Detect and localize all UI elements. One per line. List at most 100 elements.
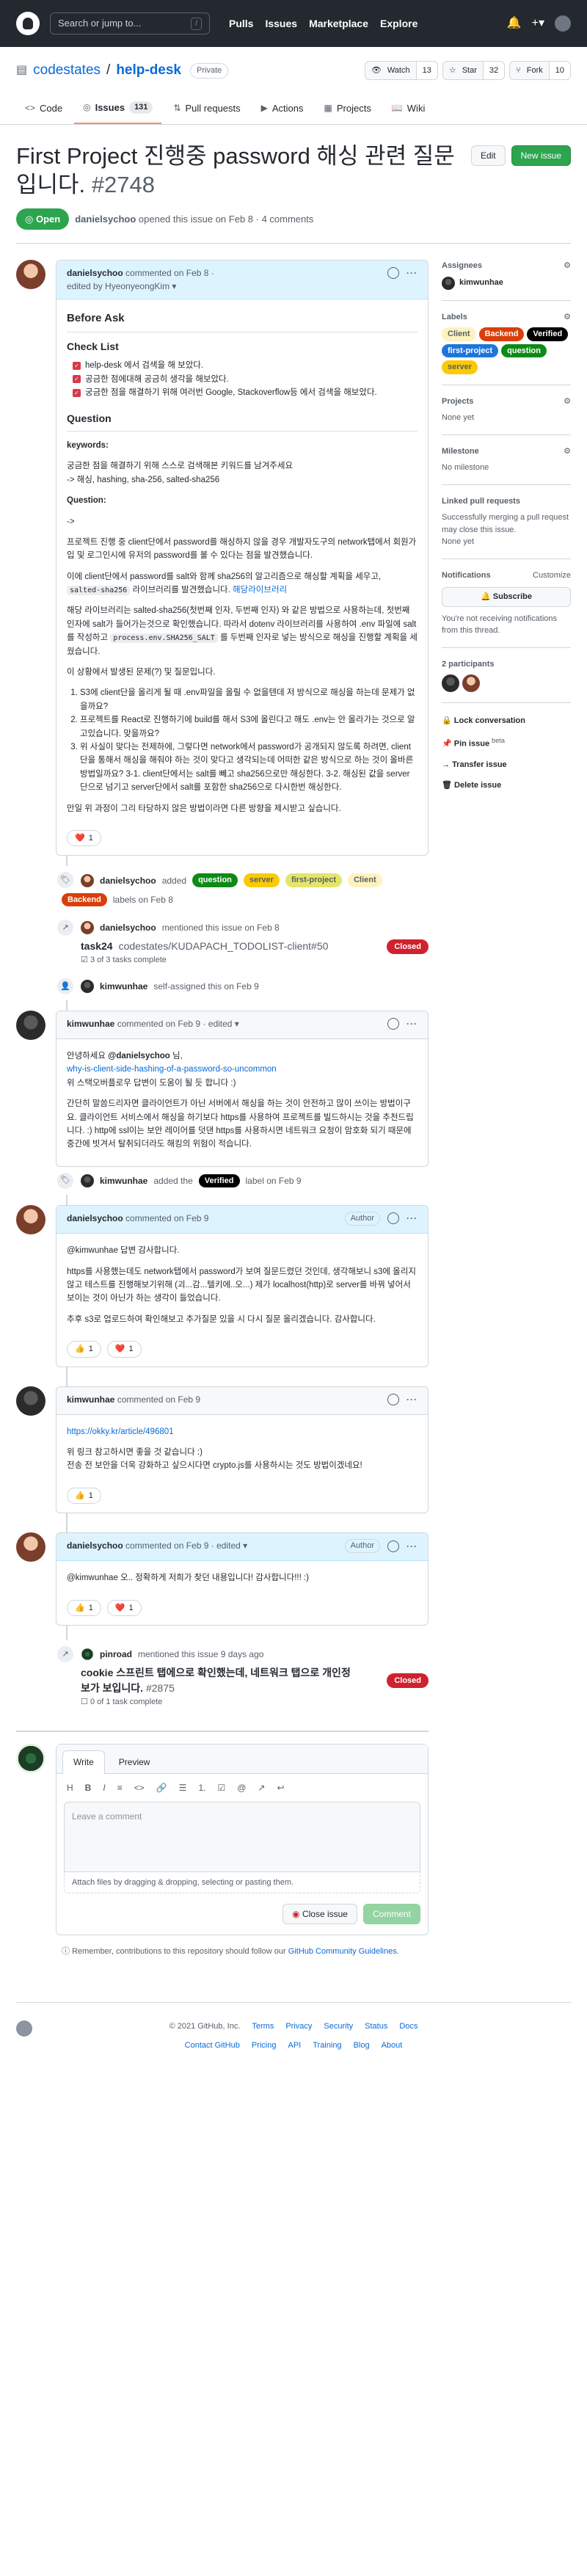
smiley-icon[interactable] xyxy=(387,1393,399,1405)
tab-issues[interactable]: ◎ Issues 131 xyxy=(74,95,162,124)
label-client[interactable]: Client xyxy=(442,327,476,341)
avatar[interactable] xyxy=(81,921,94,935)
kebab-menu-icon[interactable]: ··· xyxy=(406,266,418,280)
comment-meta[interactable]: commented on Feb 9 · edited xyxy=(117,1019,233,1029)
footer-link[interactable]: Blog xyxy=(354,2040,370,2052)
avatar[interactable] xyxy=(16,1205,45,1235)
tab-actions[interactable]: ▶ Actions xyxy=(252,95,313,125)
avatar[interactable] xyxy=(81,873,94,887)
label-first-project[interactable]: first-project xyxy=(442,343,499,357)
repo-owner-link[interactable]: codestates xyxy=(33,60,101,81)
comment-meta[interactable]: commented on Feb 9 · edited xyxy=(125,1540,241,1551)
avatar[interactable] xyxy=(81,979,94,993)
new-issue-button[interactable]: New issue xyxy=(511,145,571,166)
user-avatar[interactable] xyxy=(555,15,571,32)
footer-link[interactable]: Privacy xyxy=(285,2020,312,2033)
mention-icon[interactable]: @ xyxy=(237,1781,246,1794)
delete-issue-button[interactable]: 🗑 Delete issue xyxy=(442,775,571,796)
smiley-icon[interactable] xyxy=(387,267,399,279)
footer-link[interactable]: Docs xyxy=(399,2020,418,2033)
ref-title-link[interactable]: cookie 스프린트 탭에으로 확인했는데, 네트워크 탭으로 개인정보가 보… xyxy=(81,1665,360,1696)
comment-author[interactable]: danielsychoo xyxy=(67,268,123,278)
label-server[interactable]: server xyxy=(442,360,478,374)
subscribe-button[interactable]: 🔔 Subscribe xyxy=(442,587,571,607)
comment-author[interactable]: danielsychoo xyxy=(67,1540,123,1551)
attach-files-zone[interactable]: Attach files by dragging & dropping, sel… xyxy=(64,1871,420,1894)
comment-button[interactable]: Comment xyxy=(362,1904,420,1925)
footer-link[interactable]: Pricing xyxy=(252,2040,277,2052)
github-logo-icon[interactable] xyxy=(16,12,40,35)
label-client[interactable]: Client xyxy=(348,873,382,887)
link-icon[interactable]: 🔗 xyxy=(156,1781,167,1794)
nav-explore[interactable]: Explore xyxy=(380,16,418,32)
lock-conversation-button[interactable]: 🔒 Lock conversation xyxy=(442,710,571,732)
footer-link[interactable]: Status xyxy=(365,2020,387,2033)
reference-icon[interactable]: ↗ xyxy=(258,1781,265,1794)
bullet-list-icon[interactable]: ☰ xyxy=(179,1781,187,1794)
tab-write[interactable]: Write xyxy=(62,1750,105,1774)
reply-icon[interactable]: ↩ xyxy=(277,1781,284,1794)
search-input[interactable]: Search or jump to... / xyxy=(50,12,210,34)
task-list-icon[interactable]: ☑ xyxy=(217,1781,225,1794)
gear-icon[interactable]: ⚙ xyxy=(564,311,571,324)
kebab-menu-icon[interactable]: ··· xyxy=(406,1540,418,1553)
kebab-menu-icon[interactable]: ··· xyxy=(406,1017,418,1030)
edit-title-button[interactable]: Edit xyxy=(470,145,506,166)
footer-link[interactable]: Security xyxy=(324,2020,353,2033)
stackoverflow-link[interactable]: why-is-client-side-hashing-of-a-password… xyxy=(67,1065,277,1074)
reaction-heart[interactable]: ❤️ 1 xyxy=(106,1341,142,1358)
gear-icon[interactable]: ⚙ xyxy=(564,260,571,272)
smiley-icon[interactable] xyxy=(387,1212,399,1225)
star-button[interactable]: ☆ Star 32 xyxy=(442,61,506,81)
numbered-list-icon[interactable]: 1. xyxy=(198,1781,205,1794)
footer-link[interactable]: Terms xyxy=(252,2020,274,2033)
assignee[interactable]: kimwunhae xyxy=(442,276,571,290)
quote-icon[interactable]: ≡ xyxy=(117,1781,123,1794)
kebab-menu-icon[interactable]: ··· xyxy=(406,1212,418,1225)
customize-link[interactable]: Customize xyxy=(533,570,571,582)
label-verified[interactable]: Verified xyxy=(198,1174,240,1188)
comment-author[interactable]: kimwunhae xyxy=(67,1019,114,1029)
reaction-heart[interactable]: ❤️ 1 xyxy=(67,829,101,847)
label-backend[interactable]: Backend xyxy=(62,892,107,907)
check-item[interactable]: ✓ 궁금한 점을 해결하기 위해 여러번 Google, Stackoverflo… xyxy=(73,386,418,399)
label-first-project[interactable]: first-project xyxy=(285,873,343,887)
github-mark-icon[interactable] xyxy=(16,2020,32,2037)
smiley-icon[interactable] xyxy=(387,1017,399,1030)
event-actor[interactable]: kimwunhae xyxy=(100,980,147,993)
event-actor[interactable]: danielsychoo xyxy=(100,921,156,934)
reaction-thumbs-up[interactable]: 👍 1 xyxy=(67,1341,101,1358)
mention[interactable]: @danielsychoo xyxy=(108,1052,170,1060)
italic-icon[interactable]: I xyxy=(103,1781,105,1794)
gear-icon[interactable]: ⚙ xyxy=(564,396,571,408)
heading-icon[interactable]: H xyxy=(67,1781,73,1794)
check-item[interactable]: ✓ help-desk 에서 검색을 해 보았다. xyxy=(73,359,418,372)
smiley-icon[interactable] xyxy=(387,1540,399,1552)
guidelines-link[interactable]: GitHub Community Guidelines xyxy=(288,1947,397,1956)
nav-issues[interactable]: Issues xyxy=(265,16,297,32)
event-actor[interactable]: danielsychoo xyxy=(100,874,156,887)
bold-icon[interactable]: B xyxy=(85,1781,92,1794)
comment-edited[interactable]: edited by HyeonyeongKim xyxy=(67,281,169,291)
tab-wiki[interactable]: 📖 Wiki xyxy=(383,95,434,125)
footer-link[interactable]: Training xyxy=(313,2040,341,2052)
repo-name-link[interactable]: help-desk xyxy=(116,60,181,81)
avatar[interactable] xyxy=(16,260,45,289)
tab-preview[interactable]: Preview xyxy=(108,1750,161,1773)
kebab-menu-icon[interactable]: ··· xyxy=(406,1393,418,1406)
comment-textarea[interactable]: Leave a comment xyxy=(64,1801,420,1872)
label-verified[interactable]: Verified xyxy=(527,327,569,341)
participant-avatar[interactable] xyxy=(462,674,480,692)
avatar[interactable] xyxy=(16,1532,45,1562)
nav-pulls[interactable]: Pulls xyxy=(229,16,253,32)
event-actor[interactable]: pinroad xyxy=(100,1648,132,1661)
avatar[interactable] xyxy=(81,1174,94,1187)
watch-button[interactable]: 👁 Watch 13 xyxy=(364,61,438,81)
library-link[interactable]: 해당라이브러리 xyxy=(233,586,287,594)
bell-icon[interactable]: 🔔 xyxy=(507,15,522,32)
footer-link[interactable]: API xyxy=(288,2040,301,2052)
avatar[interactable] xyxy=(81,1648,94,1662)
close-issue-button[interactable]: ◉ Close issue xyxy=(282,1904,357,1925)
label-backend[interactable]: Backend xyxy=(478,327,525,341)
footer-link[interactable]: Contact GitHub xyxy=(185,2040,240,2052)
